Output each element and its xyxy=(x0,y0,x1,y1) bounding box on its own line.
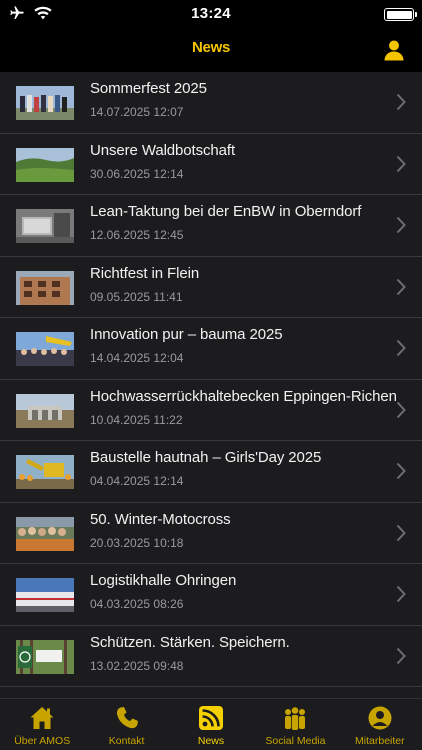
news-item[interactable]: Baustelle hautnah – Girls'Day 2025 04.04… xyxy=(0,441,422,503)
status-bar: 13:24 xyxy=(0,0,422,28)
page-title: News xyxy=(192,39,230,56)
navigation-bar: News xyxy=(0,28,422,72)
news-thumbnail xyxy=(16,209,74,243)
news-item[interactable]: Innovation pur – bauma 2025 14.04.2025 1… xyxy=(0,318,422,380)
news-thumbnail xyxy=(16,332,74,366)
news-thumbnail xyxy=(16,578,74,612)
news-item[interactable]: Logistikhalle Ohringen 04.03.2025 08:26 xyxy=(0,564,422,626)
tab-ueber-amos[interactable]: Über AMOS xyxy=(0,699,84,750)
phone-icon xyxy=(116,707,138,729)
battery-icon xyxy=(384,8,417,21)
chevron-right-icon xyxy=(396,462,406,480)
news-thumbnail xyxy=(16,455,74,489)
chevron-right-icon xyxy=(396,339,406,357)
news-date: 14.07.2025 12:07 xyxy=(90,105,184,119)
news-thumbnail xyxy=(16,86,74,120)
news-date: 30.06.2025 12:14 xyxy=(90,166,184,181)
news-title: Logistikhalle Ohringen xyxy=(90,572,237,589)
chevron-right-icon xyxy=(396,401,406,418)
news-date: 09.05.2025 11:41 xyxy=(90,289,183,304)
news-item[interactable]: Lean-Taktung bei der EnBW in Oberndorf 1… xyxy=(0,195,422,257)
tab-label: Mitarbeiter xyxy=(355,735,405,747)
news-title: Innovation pur – bauma 2025 xyxy=(90,326,283,343)
status-time: 13:24 xyxy=(191,5,231,22)
news-thumbnail xyxy=(16,147,74,182)
tab-news[interactable]: News xyxy=(169,699,253,750)
tab-mitarbeiter[interactable]: Mitarbeiter xyxy=(338,699,422,750)
news-title: Sommerfest 2025 xyxy=(90,80,207,97)
news-date: 04.03.2025 08:26 xyxy=(90,597,184,611)
news-item[interactable]: Richtfest in Flein 09.05.2025 11:41 xyxy=(0,257,422,318)
news-date: 14.04.2025 12:04 xyxy=(90,351,184,365)
tab-label: Kontakt xyxy=(108,735,145,747)
news-list[interactable]: Sommerfest 2025 14.07.2025 12:07 Unsere … xyxy=(0,72,422,698)
house-icon xyxy=(30,707,54,729)
news-title: Schützen. Stärken. Speichern. xyxy=(90,633,290,651)
news-date: 12.06.2025 12:45 xyxy=(90,228,184,242)
user-icon[interactable] xyxy=(382,38,406,62)
news-thumbnail xyxy=(16,516,74,551)
news-title: Richtfest in Flein xyxy=(90,264,200,282)
people-icon xyxy=(285,707,306,730)
news-title: Unsere Waldbotschaft xyxy=(90,141,236,159)
news-item[interactable]: Schützen. Stärken. Speichern. 13.02.2025… xyxy=(0,626,422,687)
chevron-right-icon xyxy=(396,93,406,111)
tab-kontakt[interactable]: Kontakt xyxy=(84,699,168,750)
news-item[interactable]: Unsere Waldbotschaft 30.06.2025 12:14 xyxy=(0,134,422,195)
news-thumbnail xyxy=(16,393,74,428)
news-title: Baustelle hautnah – Girls'Day 2025 xyxy=(90,449,322,466)
news-item[interactable]: Sommerfest 2025 14.07.2025 12:07 xyxy=(0,72,422,134)
news-item[interactable]: Hochwasserrückhaltebecken Eppingen-Riche… xyxy=(0,380,422,441)
news-date: 10.04.2025 11:22 xyxy=(90,412,183,427)
news-item[interactable]: 50. Winter-Motocross 20.03.2025 10:18 xyxy=(0,503,422,564)
news-date: 13.02.2025 09:48 xyxy=(90,658,184,673)
chevron-right-icon xyxy=(396,155,406,172)
tab-bar: Über AMOS Kontakt News Social Media Mita… xyxy=(0,698,422,750)
chevron-right-icon xyxy=(396,524,406,541)
tab-label: News xyxy=(197,735,225,747)
rss-icon xyxy=(199,706,224,730)
person-circle-icon xyxy=(368,706,392,730)
news-thumbnail xyxy=(16,270,74,305)
tab-label: Über AMOS xyxy=(14,735,71,747)
news-thumbnail xyxy=(16,639,74,674)
news-title: Hochwasserrückhaltebecken Eppingen-Riche… xyxy=(90,387,397,405)
chevron-right-icon xyxy=(396,216,406,234)
chevron-right-icon xyxy=(396,647,406,664)
chevron-right-icon xyxy=(396,585,406,603)
news-date: 20.03.2025 10:18 xyxy=(90,535,184,550)
news-title: 50. Winter-Motocross xyxy=(90,510,231,528)
tab-social-media[interactable]: Social Media xyxy=(253,699,337,750)
tab-label: Social Media xyxy=(265,735,326,747)
news-date: 04.04.2025 12:14 xyxy=(90,474,184,488)
news-title: Lean-Taktung bei der EnBW in Oberndorf xyxy=(90,203,362,220)
chevron-right-icon xyxy=(396,278,406,295)
